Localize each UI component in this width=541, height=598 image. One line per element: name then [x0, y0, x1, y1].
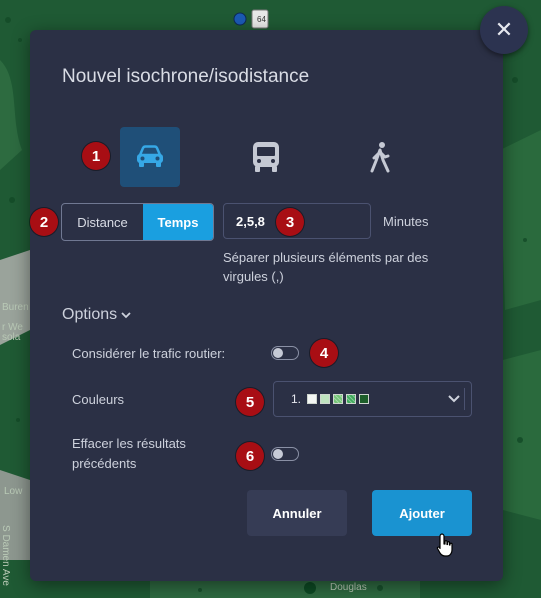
colors-label: Couleurs [72, 392, 125, 407]
switch-knob [273, 348, 283, 358]
colors-select[interactable]: 1. [273, 381, 472, 417]
mode-bus-button[interactable] [236, 127, 296, 187]
palette-swatch [333, 394, 344, 404]
annotation-badge: 1 [82, 142, 110, 170]
mode-car-button[interactable] [120, 127, 180, 187]
annotation-badge: 4 [310, 339, 338, 367]
palette-swatch [307, 394, 318, 404]
car-icon [137, 145, 163, 167]
mode-walk-button[interactable] [350, 127, 410, 187]
walk-icon [370, 142, 390, 173]
palette-swatch [359, 394, 370, 404]
chevron-down-icon [121, 312, 131, 319]
map-highway-shield: 64 [257, 15, 266, 24]
hand-cursor-icon [436, 533, 453, 557]
clear-results-switch[interactable] [271, 447, 299, 461]
annotation-badge: 2 [30, 208, 58, 236]
map-label: Douglas [330, 582, 367, 593]
cancel-button[interactable]: Annuler [247, 490, 347, 536]
map-label: S Damen Ave [0, 525, 11, 586]
clear-results-label: Effacer les résultats précédents [72, 436, 186, 471]
map-label: Buren [2, 302, 29, 313]
options-toggle[interactable]: Options [62, 306, 131, 324]
option-temps[interactable]: Temps [143, 204, 213, 240]
annotation-badge: 6 [236, 442, 264, 470]
traffic-label: Considérer le trafic routier: [72, 346, 226, 361]
dialog-title: Nouvel isochrone/isodistance [62, 66, 310, 87]
add-button[interactable]: Ajouter [372, 490, 472, 536]
select-divider [464, 388, 465, 410]
chevron-down-icon [448, 395, 460, 403]
annotation-badge: 5 [236, 388, 264, 416]
palette-swatch [320, 394, 331, 404]
isochrone-dialog: Nouvel isochrone/isodistance Distance Te… [30, 30, 503, 581]
unit-label: Minutes [383, 214, 429, 229]
input-hint: Séparer plusieurs éléments par des virgu… [223, 250, 429, 284]
bus-icon [253, 142, 279, 172]
close-button[interactable]: ✕ [480, 6, 528, 54]
map-label: sola [2, 332, 21, 343]
annotation-badge: 3 [276, 208, 304, 236]
options-label: Options [62, 306, 118, 323]
close-icon: ✕ [494, 17, 514, 42]
palette-swatch [346, 394, 357, 404]
map-label: Low [4, 486, 23, 497]
option-distance[interactable]: Distance [62, 204, 143, 240]
traffic-switch[interactable] [271, 346, 299, 360]
measure-toggle: Distance Temps [61, 203, 214, 241]
switch-knob [273, 449, 283, 459]
palette-index: 1. [291, 392, 302, 406]
